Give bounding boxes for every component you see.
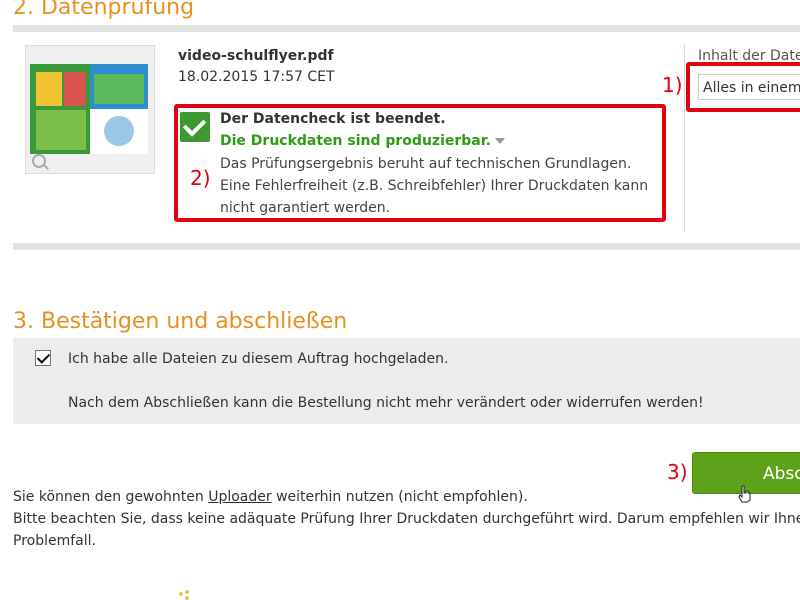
check-status[interactable]: Die Druckdaten sind produzierbar. (220, 133, 505, 149)
annotation-label-1: 1) (662, 73, 683, 97)
column-separator (684, 44, 685, 232)
uploader-link[interactable]: Uploader (208, 489, 271, 505)
chevron-down-icon[interactable] (494, 138, 505, 144)
upload-complete-label[interactable]: Ich habe alle Dateien zu diesem Auftrag … (68, 351, 448, 367)
section-title-bestaetigen: 3. Bestätigen und abschließen (13, 309, 348, 334)
file-date: 18.02.2015 17:57 CET (178, 69, 335, 85)
check-description: Das Prüfungsergebnis beruht auf technisc… (220, 156, 649, 216)
footer-line-3: Problemfall. (13, 533, 96, 549)
zoom-icon[interactable] (32, 154, 46, 168)
annotation-label-3: 3) (667, 460, 688, 484)
footer-line-2: Bitte beachten Sie, dass keine adäquate … (13, 511, 800, 527)
footer-line-1: Sie können den gewohnten Uploader weiter… (13, 489, 528, 505)
confirm-note: Nach dem Abschließen kann die Bestellung… (68, 395, 704, 411)
section-divider-top (13, 25, 800, 32)
footer-line-1-post: weiterhin nutzen (nicht empfohlen). (271, 489, 528, 505)
hand-cursor-icon (738, 485, 751, 503)
section-divider-bottom (13, 243, 800, 250)
check-success-icon (180, 112, 210, 142)
check-status-label[interactable]: Die Druckdaten sind produzierbar. (220, 133, 491, 149)
check-title: Der Datencheck ist beendet. (220, 111, 446, 127)
file-name: video-schulflyer.pdf (178, 48, 334, 64)
annotation-label-2: 2) (190, 166, 211, 190)
section-title-datenpruefung: 2. Datenprüfung (13, 0, 195, 20)
file-thumbnail[interactable] (25, 45, 155, 174)
annotation-box-content-select (686, 62, 800, 112)
upload-complete-checkbox[interactable] (35, 350, 51, 366)
loading-spinner-icon (179, 590, 193, 600)
flyer-preview-image (30, 64, 148, 154)
footer-line-1-pre: Sie können den gewohnten (13, 489, 209, 505)
